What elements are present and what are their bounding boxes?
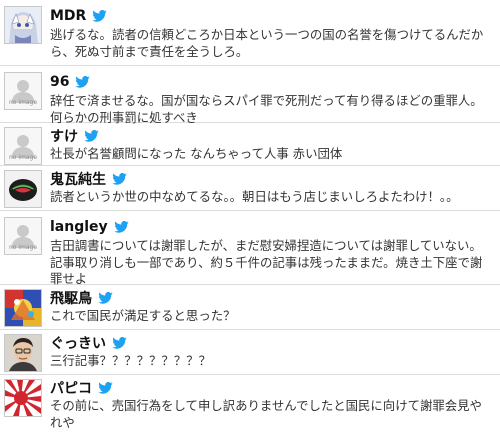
avatar[interactable] [4, 6, 42, 44]
username[interactable]: 96 [50, 74, 69, 90]
username[interactable]: MDR [50, 8, 86, 24]
tweet-item: no image 96 辞任で済ませるな。国が国ならスパイ罪で死刑だって有り得る… [0, 66, 500, 125]
tweet-item: ぐっきい 三行記事？？？？？？？？？ [0, 330, 500, 375]
avatar[interactable]: no image [4, 127, 42, 165]
tweet-item: MDR 逃げるな。読者の信頼どころか日本という一つの国の名誉を傷つけてるんだから… [0, 0, 500, 66]
avatar-label: no image [8, 99, 38, 106]
tweet-text: 社長が名誉顧問になった なんちゃって人事 赤い団体 [50, 146, 343, 161]
twitter-bird-icon [98, 292, 113, 304]
username[interactable]: パピコ [50, 378, 92, 398]
twitter-bird-icon [98, 382, 113, 394]
tweet-item: 鬼瓦純生 読者というか世の中なめてるな。。朝日はもう店じまいしろよたわけ！。。 [0, 166, 500, 211]
avatar-label: no image [8, 244, 38, 251]
tweet-text: 読者というか世の中なめてるな。。朝日はもう店じまいしろよたわけ！。。 [50, 189, 459, 204]
twitter-bird-icon [112, 173, 127, 185]
twitter-bird-icon [84, 130, 99, 142]
avatar[interactable] [4, 379, 42, 417]
username[interactable]: 鬼瓦純生 [50, 169, 106, 189]
tweet-item: 飛駆鳥 これで国民が満足すると思った？ [0, 285, 500, 330]
tweet-text: その前に、売国行為をして申し訳ありませんでしたと国民に向けて謝罪会見やれや [50, 398, 482, 430]
avatar[interactable] [4, 334, 42, 372]
username[interactable]: 飛駆鳥 [50, 288, 92, 308]
tweet-text: これで国民が満足すると思った？ [50, 308, 236, 323]
tweet-text: 逃げるな。読者の信頼どころか日本という一つの国の名誉を傷つけてるんだから、死ぬ寸… [50, 27, 484, 59]
tweet-item: no image langley 吉田調書については謝罪したが、まだ慰安婦捏造に… [0, 211, 500, 286]
rising-sun-flag-icon [5, 380, 41, 416]
tweet-text: 三行記事？？？？？？？？？ [50, 353, 212, 368]
avatar[interactable]: no image [4, 72, 42, 110]
avatar[interactable]: no image [4, 217, 42, 255]
twitter-bird-icon [92, 10, 108, 22]
username[interactable]: langley [50, 219, 108, 235]
tweet-item: パピコ その前に、売国行為をして申し訳ありませんでしたと国民に向けて謝罪会見やれ… [0, 375, 500, 438]
avatar[interactable] [4, 170, 42, 208]
tweet-text: 辞任で済ませるな。国が国ならスパイ罪で死刑だって有り得るほどの重罪人。何らかの刑… [50, 93, 483, 125]
twitter-bird-icon [113, 221, 129, 233]
tweet-text: 吉田調書については謝罪したが、まだ慰安婦捏造については謝罪していない。記事取り消… [50, 238, 483, 286]
username[interactable]: ぐっきい [50, 333, 106, 353]
avatar-label: no image [8, 154, 38, 161]
twitter-bird-icon [112, 337, 127, 349]
tweet-item: no image すけ 社長が名誉顧問になった なんちゃって人事 赤い団体 [0, 123, 500, 166]
avatar[interactable] [4, 289, 42, 327]
comment-feed: MDR 逃げるな。読者の信頼どころか日本という一つの国の名誉を傷つけてるんだから… [0, 0, 500, 438]
username[interactable]: すけ [50, 126, 78, 146]
twitter-bird-icon [75, 76, 91, 88]
